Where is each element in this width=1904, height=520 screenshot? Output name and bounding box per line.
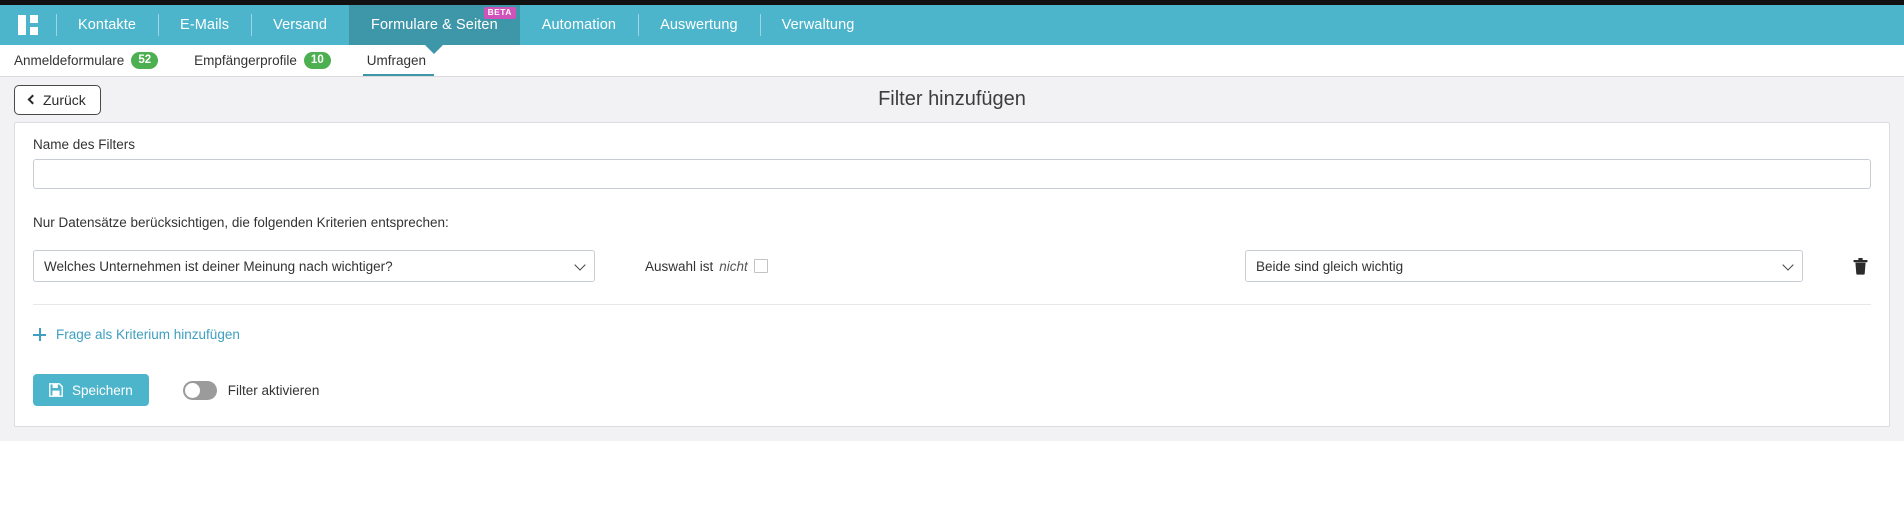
nav-label: Automation (541, 17, 617, 33)
subnav-item-empfaengerprofile[interactable]: Empfängerprofile 10 (194, 45, 345, 76)
criteria-value-select[interactable]: Beide sind gleich wichtig (1245, 250, 1803, 282)
subnav-item-umfragen[interactable]: Umfragen (362, 45, 440, 76)
add-criterion-label: Frage als Kriterium hinzufügen (56, 327, 240, 342)
activate-filter-label: Filter aktivieren (227, 382, 320, 398)
primary-navigation: Kontakte E-Mails Versand Formulare & Sei… (0, 5, 1904, 54)
criteria-value-select-wrap: Beide sind gleich wichtig (1245, 250, 1803, 282)
nav-label: Formulare & Seiten (371, 17, 498, 33)
trash-icon (1853, 257, 1867, 275)
nav-label: Verwaltung (781, 17, 855, 33)
plus-icon (33, 328, 46, 341)
save-button[interactable]: Speichern (33, 374, 149, 406)
negate-prefix-label: Auswahl ist (645, 258, 714, 274)
nav-item-emails[interactable]: E-Mails (158, 5, 251, 45)
grid-logo-icon (18, 15, 38, 35)
floppy-disk-icon (49, 383, 63, 397)
nav-item-automation[interactable]: Automation (520, 5, 638, 45)
nav-label: E-Mails (180, 17, 230, 33)
back-button[interactable]: Zurück (14, 84, 101, 115)
count-badge: 52 (131, 51, 159, 70)
criteria-question-select[interactable]: Welches Unternehmen ist deiner Meinung n… (33, 250, 595, 282)
add-criterion-link[interactable]: Frage als Kriterium hinzufügen (33, 327, 240, 342)
subnav-label: Umfragen (366, 53, 426, 68)
criteria-instruction-label: Nur Datensätze berücksichtigen, die folg… (33, 215, 449, 230)
subnav-label: Empfängerprofile (194, 53, 297, 68)
activate-filter-control: Filter aktivieren (182, 380, 320, 400)
nav-label: Kontakte (78, 17, 137, 33)
negate-word-label: nicht (719, 258, 748, 274)
nav-item-versand[interactable]: Versand (251, 5, 349, 45)
secondary-navigation: Anmeldeformulare 52 Empfängerprofile 10 … (0, 45, 1904, 77)
nav-label: Versand (273, 17, 328, 33)
chevron-left-icon (27, 94, 38, 104)
subnav-item-anmeldeformulare[interactable]: Anmeldeformulare 52 (14, 45, 172, 76)
filter-name-input[interactable] (33, 159, 1871, 189)
criteria-question-select-wrap: Welches Unternehmen ist deiner Meinung n… (33, 250, 595, 282)
nav-item-kontakte[interactable]: Kontakte (56, 5, 158, 45)
nav-label: Auswertung (660, 17, 738, 33)
nav-item-verwaltung[interactable]: Verwaltung (759, 5, 877, 45)
filter-name-label: Name des Filters (33, 137, 136, 152)
negate-control: Auswahl ist nicht (645, 259, 768, 274)
page-header-band: Zurück Filter hinzufügen (0, 77, 1904, 122)
activate-filter-toggle[interactable] (182, 380, 217, 400)
criteria-row: Welches Unternehmen ist deiner Meinung n… (33, 250, 1871, 305)
count-badge: 10 (303, 51, 331, 70)
delete-criteria-button[interactable] (1849, 257, 1871, 275)
page-title: Filter hinzufügen (878, 88, 1026, 110)
subnav-label: Anmeldeformulare (14, 53, 125, 68)
save-button-label: Speichern (72, 382, 133, 398)
nav-item-auswertung[interactable]: Auswertung (638, 5, 760, 45)
app-logo[interactable] (0, 5, 56, 45)
toggle-knob (184, 382, 200, 398)
filter-form-panel: Name des Filters Nur Datensätze berücksi… (14, 122, 1890, 427)
beta-badge: BETA (483, 7, 516, 19)
content-area: Name des Filters Nur Datensätze berücksi… (0, 122, 1904, 441)
negate-checkbox[interactable] (753, 259, 768, 273)
form-actions: Speichern Filter aktivieren (33, 374, 1871, 406)
back-button-label: Zurück (43, 91, 86, 108)
nav-item-formulare-seiten[interactable]: Formulare & Seiten BETA (349, 5, 520, 54)
